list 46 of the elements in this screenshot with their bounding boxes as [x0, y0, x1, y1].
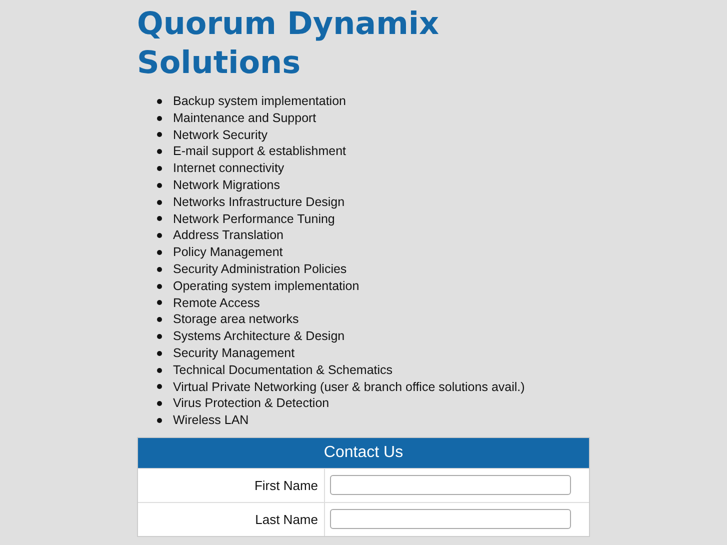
bullet-icon — [157, 418, 162, 424]
service-item: E-mail support & establishment — [173, 143, 346, 160]
service-item: Maintenance and Support — [173, 110, 316, 127]
bullet-icon — [157, 200, 162, 205]
service-item: Security Administration Policies — [173, 260, 347, 278]
bullet-icon — [157, 384, 162, 390]
bullet-icon — [157, 300, 162, 306]
bullet-icon — [157, 266, 162, 272]
service-item: Network Security — [173, 126, 268, 144]
input-field[interactable] — [330, 509, 571, 530]
service-item: Storage area networks — [173, 311, 299, 328]
bullet-icon — [157, 350, 162, 356]
service-item: Remote Access — [173, 294, 260, 312]
bullet-icon — [157, 233, 162, 238]
service-item: Systems Architecture & Design — [173, 328, 345, 345]
bullet-icon — [157, 368, 162, 373]
service-item: Operating system implementation — [173, 278, 360, 295]
site-title: Quorum Dynamix Solutions — [137, 5, 440, 83]
bullet-icon — [157, 182, 162, 188]
service-item: Internet connectivity — [173, 160, 284, 177]
field-label: First Name — [254, 478, 318, 493]
service-item: Networks Infrastructure Design — [173, 194, 345, 211]
field-label: Last Name — [255, 512, 318, 527]
service-item: Network Performance Tuning — [173, 210, 335, 228]
bullet-icon — [157, 149, 162, 154]
bullet-icon — [157, 116, 162, 121]
service-item: Network Migrations — [173, 176, 280, 194]
service-item: Security Management — [173, 344, 295, 362]
service-item: Address Translation — [173, 227, 284, 244]
bullet-icon — [157, 317, 162, 322]
bullet-icon — [157, 250, 162, 256]
bullet-icon — [157, 132, 162, 138]
service-item: Backup system implementation — [173, 93, 346, 110]
service-item: Technical Documentation & Schematics — [173, 362, 393, 379]
bullet-icon — [157, 216, 162, 222]
form-header: Contact Us — [138, 438, 589, 468]
bullet-icon — [157, 98, 162, 104]
service-item: Policy Management — [173, 244, 283, 261]
bullet-icon — [157, 401, 162, 406]
service-item: Virus Protection & Detection — [173, 395, 330, 412]
bullet-icon — [157, 166, 162, 172]
service-item: Wireless LAN — [173, 412, 249, 429]
input-field[interactable] — [330, 475, 571, 496]
service-item: Virtual Private Networking (user & branch office solutions avail.) — [173, 378, 525, 396]
bullet-icon — [157, 334, 162, 340]
bullet-icon — [157, 284, 162, 289]
